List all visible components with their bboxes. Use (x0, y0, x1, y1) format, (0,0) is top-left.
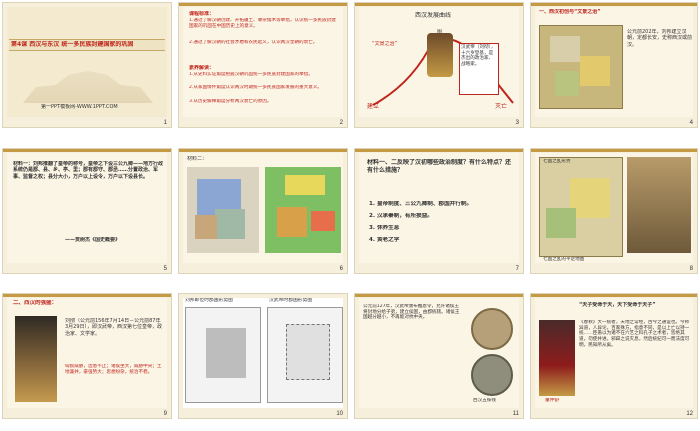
wudi-note: 汉武帝（刘彻），十六岁登基，是杰出的政治家、战略家。 (459, 43, 499, 95)
section-heading: 一、西汉初创与“文景之治” (539, 9, 601, 15)
map1-title: 刘邦即位时郡国形势图 (185, 298, 233, 303)
slide-number: 8 (689, 266, 693, 272)
bio-text: 刘彻（公元前156年7月14日－公元前87年3月29日），即汉武帝，西汉第七位皇… (65, 318, 163, 337)
slide-number: 4 (689, 120, 693, 126)
literacy-heading: 素养解读： (189, 65, 215, 71)
standard-line: 1.通过了解汉朝创建、开拓疆土、尊崇儒术等举措，认识统一多民族封建国家的巩固在中… (189, 18, 336, 29)
quote-head: “天子受命于天，天下受命于天子” (579, 302, 656, 308)
slide-number: 12 (686, 411, 693, 417)
standard-heading: 课程标准： (189, 11, 215, 17)
slide-thumb-2[interactable]: 课程标准： 1.通过了解汉朝创建、开拓疆土、尊崇儒术等举措，认识统一多民族封建国… (178, 2, 348, 128)
answer-point: 2. 汉承秦制，有所损益。 (369, 213, 433, 219)
article-text: 公元前127年，汉武帝颁布推恩令，允许诸侯王将封地分给子弟，建立侯国，由郡统辖。… (363, 304, 460, 321)
standard-line: 2.通过了解汉朝的社会矛盾和农民起义，认识两汉皇朝的衰亡。 (189, 40, 318, 45)
rebellion-map (539, 157, 623, 257)
emperor-wu-portrait (15, 316, 57, 402)
coin-caption: 西汉五铢钱 (473, 398, 496, 403)
slide-thumb-5[interactable]: 材料一：刘邦推翻了皇帝的称号，皇帝之下设三公九卿——地方行政系统仍是郡、县、乡、… (2, 148, 172, 274)
slide-number: 6 (339, 266, 343, 272)
section-text: 公元前202年，刘邦建立汉朝，定都长安，史称西汉或前汉。 (627, 29, 693, 48)
coin-image (471, 308, 513, 350)
slide-thumb-9[interactable]: 二、西汉的强盛： 刘彻（公元前156年7月14日－公元前87年3月29日），即汉… (2, 293, 172, 419)
start-label: 建立 (367, 103, 380, 110)
slide-thumb-10[interactable]: 刘邦即位时郡国形势图 汉武帝时郡国形势图 10 (178, 293, 348, 419)
western-han-map (539, 25, 623, 109)
commandery-map-blue (187, 167, 259, 253)
slide-thumb-8[interactable]: 七国之乱形势 七国之乱的平定地图 8 (530, 148, 698, 274)
slide-number: 11 (512, 411, 519, 417)
curve-title: 西汉发展曲线 (415, 12, 452, 19)
material-quote: 材料一：刘邦推翻了皇帝的称号，皇帝之下设三公九卿——地方行政系统仍是郡、县、乡、… (13, 161, 163, 180)
slide-thumb-11[interactable]: 公元前127年，汉武帝颁布推恩令，允许诸侯王将封地分给子弟，建立侯国，由郡统辖。… (354, 293, 524, 419)
commandery-map-green (265, 167, 341, 253)
slide-thumb-12[interactable]: 董仲舒 “天子受命于天，天下受命于天子” 《春秋》大一统者，天地之常经，古今之通… (530, 293, 698, 419)
slide-thumb-1[interactable]: 第4课 西汉与东汉 统一多民族封建国家的巩固 第一PPT模板网-WWW.1PPT… (2, 2, 172, 128)
answer-point: 1. 皇帝制度、三公九卿制、郡国并行制。 (369, 201, 473, 207)
slide-thumb-4[interactable]: 一、西汉初创与“文景之治” 公元前202年，刘邦建立汉朝，定都长安，史称西汉或前… (530, 2, 698, 128)
answer-point: 3. 休养生息 (369, 225, 400, 231)
emperor-portrait (427, 33, 453, 77)
slide-thumb-6[interactable]: 材料二： 6 (178, 148, 348, 274)
question-text: 材料一、二反映了汉初哪些政治制度？有什么特点？还有什么措施？ (367, 159, 512, 174)
literacy-line: 3.从历史解释角度分析两汉衰亡的原因。 (189, 99, 272, 104)
slide-number: 10 (336, 411, 343, 417)
map-liubang (185, 307, 261, 403)
wenjing-label: “文景之治” (372, 41, 398, 47)
slide-number: 3 (515, 120, 519, 126)
literacy-line: 2.从家国情怀角度认识两汉时期统一多民族国家发展的重大意义。 (189, 85, 323, 90)
answer-point: 4. 黄老之学 (369, 237, 400, 243)
extra-text: 匈奴威胁，边患不止；诸侯坐大，威胁中央；土地兼并，豪强势大；思想纷杂，统治不稳。 (65, 364, 162, 375)
material-source: ——贾树杰《国史概要》 (65, 237, 121, 243)
literacy-line: 1.从史料实证角度把握汉朝巩固统一多民族封建国家的举措。 (189, 72, 313, 77)
slide-number: 7 (515, 266, 519, 272)
battle-painting (627, 157, 691, 253)
slide-thumb-7[interactable]: 材料一、二反映了汉初哪些政治制度？有什么特点？还有什么措施？ 1. 皇帝制度、三… (354, 148, 524, 274)
slide-number: 2 (339, 120, 343, 126)
slide-number: 5 (163, 266, 167, 272)
coin-image (471, 354, 513, 396)
section-heading: 二、西汉的强盛： (13, 300, 58, 306)
slide-number: 1 (163, 120, 167, 126)
person-name: 董仲舒 (545, 398, 560, 403)
map-wudi (267, 307, 343, 403)
slide-thumb-3[interactable]: 西汉发展曲线 图 “文景之治” 汉武帝（刘彻），十六岁登基，是杰出的政治家、战略… (354, 2, 524, 128)
material-label: 材料二： (187, 156, 208, 162)
slide-number: 9 (163, 411, 167, 417)
map-title: 七国之乱形势 (543, 159, 571, 164)
site-label: 第一PPT模板网-WWW.1PPT.COM (41, 104, 118, 110)
end-label: 灭亡 (495, 103, 508, 110)
map-caption: 七国之乱的平定地图 (543, 257, 585, 262)
slide-title: 第4课 西汉与东汉 统一多民族封建国家的巩固 (11, 41, 134, 48)
map2-title: 汉武帝时郡国形势图 (269, 298, 313, 303)
quote-body: 《春秋》大一统者，天地之常经，古今之通谊也。今师异道，人异论，百家殊方，指意不同… (579, 320, 690, 348)
dong-zhongshu-portrait (539, 320, 575, 396)
